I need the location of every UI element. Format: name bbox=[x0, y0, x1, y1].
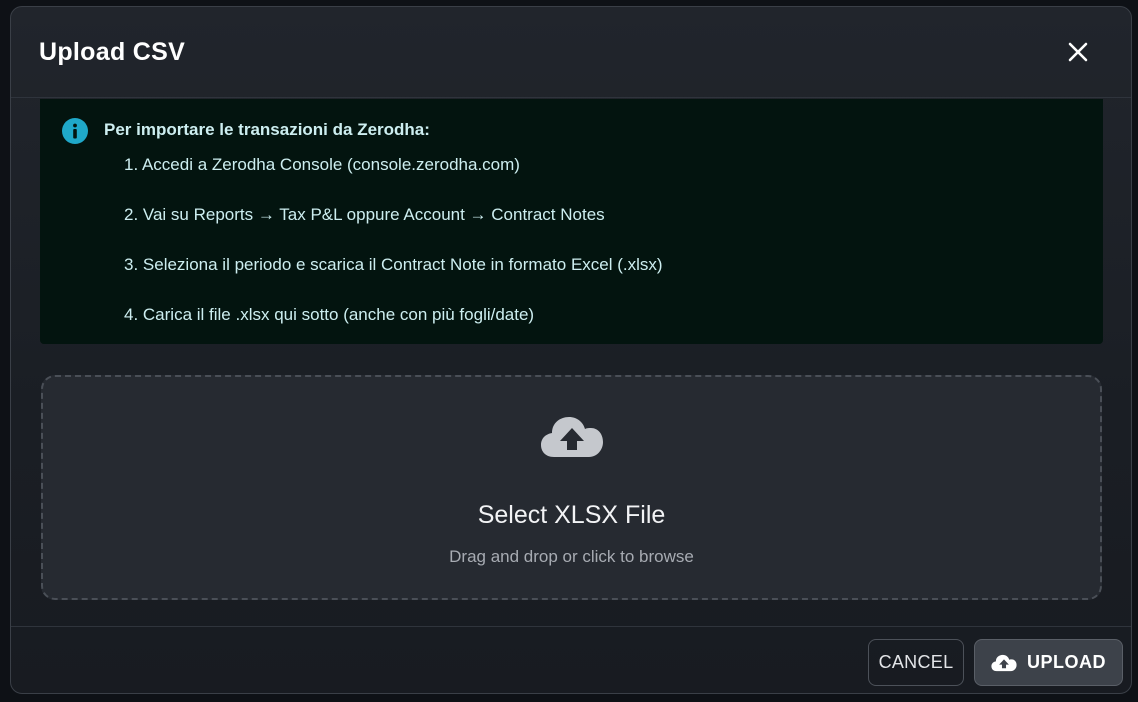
cloud-upload-icon bbox=[991, 654, 1017, 671]
dialog-footer: CANCEL UPLOAD bbox=[11, 626, 1131, 693]
instruction-step: 3. Seleziona il periodo e scarica il Con… bbox=[124, 255, 663, 274]
upload-button[interactable]: UPLOAD bbox=[974, 639, 1123, 686]
upload-button-label: UPLOAD bbox=[1027, 652, 1106, 672]
cloud-upload-icon bbox=[541, 417, 603, 457]
instructions-panel: Per importare le transazioni da Zerodha:… bbox=[40, 99, 1103, 344]
instruction-step: 4. Carica il file .xlsx qui sotto (anche… bbox=[124, 305, 535, 324]
dialog-header: Upload CSV bbox=[11, 7, 1131, 98]
cancel-button[interactable]: CANCEL bbox=[868, 639, 964, 686]
close-button[interactable] bbox=[1063, 37, 1093, 67]
instructions-heading: Per importare le transazioni da Zerodha: bbox=[104, 120, 430, 139]
close-icon bbox=[1068, 42, 1088, 62]
file-dropzone[interactable]: Select XLSX File Drag and drop or click … bbox=[41, 375, 1102, 600]
dropzone-title: Select XLSX File bbox=[477, 501, 666, 529]
instruction-step: 2. Vai su Reports → Tax P&L oppure Accou… bbox=[124, 205, 605, 224]
upload-dialog: Upload CSV Per importare le transazioni … bbox=[10, 6, 1132, 694]
instructions-steps: 1. Accedi a Zerodha Console (console.zer… bbox=[124, 155, 663, 355]
info-icon bbox=[62, 118, 88, 144]
dropzone-subtitle: Drag and drop or click to browse bbox=[449, 547, 694, 566]
dialog-title: Upload CSV bbox=[39, 38, 186, 66]
instruction-step: 1. Accedi a Zerodha Console (console.zer… bbox=[124, 155, 520, 174]
